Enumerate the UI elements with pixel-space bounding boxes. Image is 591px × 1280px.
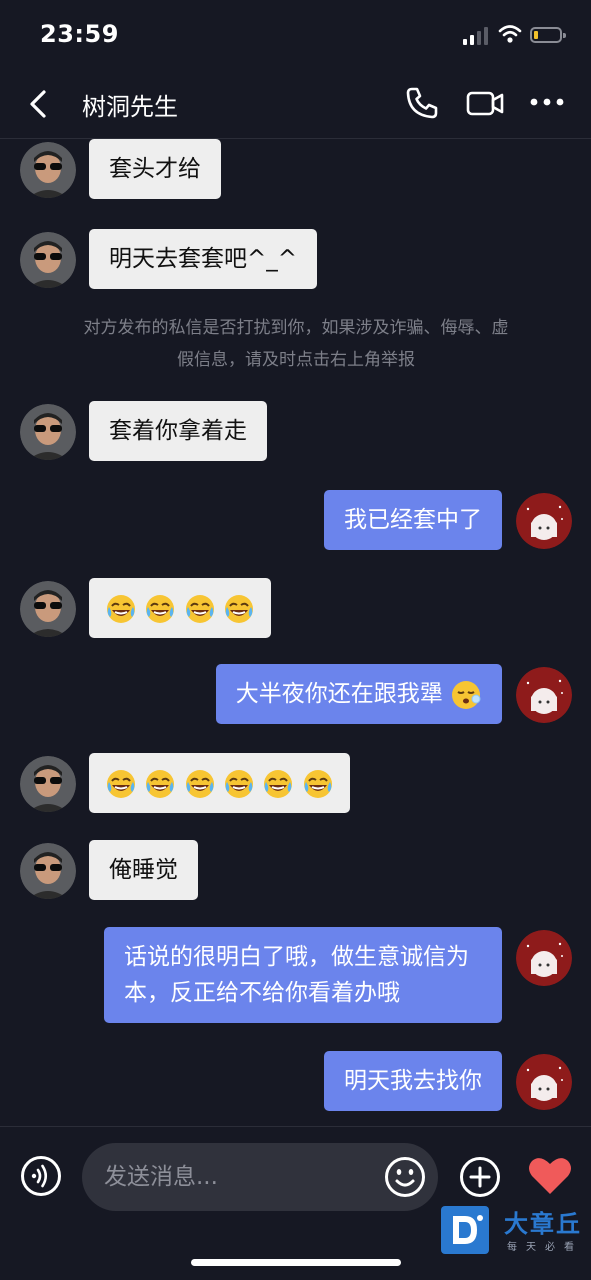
message-bubble-incoming[interactable] (89, 753, 350, 813)
more-dots-icon[interactable] (530, 96, 564, 108)
rofl-emoji (223, 593, 255, 625)
watermark: 大章丘 每天必看 (441, 1202, 586, 1258)
chat-header: 树洞先生 (0, 70, 591, 139)
phone-icon[interactable] (403, 84, 441, 122)
message-bubble-outgoing[interactable]: 明天我去找你 (324, 1051, 502, 1111)
avatar-contact[interactable] (20, 232, 76, 288)
watermark-logo-icon (441, 1206, 489, 1254)
video-camera-icon[interactable] (465, 84, 505, 122)
signal-icon (463, 27, 491, 45)
avatar-contact[interactable] (20, 756, 76, 812)
message-bubble-incoming[interactable]: 套头才给 (89, 139, 221, 199)
message-bubble-incoming[interactable]: 俺睡觉 (89, 840, 198, 900)
status-time: 23:59 (40, 20, 119, 48)
avatar-contact[interactable] (20, 581, 76, 637)
avatar-self[interactable] (516, 1054, 572, 1110)
sleeping-emoji (450, 679, 482, 711)
message-bubble-incoming[interactable] (89, 578, 271, 638)
rofl-emoji (262, 768, 294, 800)
watermark-name: 大章丘 (504, 1210, 582, 1238)
message-bubble-outgoing[interactable]: 大半夜你还在跟我犟 (215, 664, 502, 724)
voice-icon[interactable] (20, 1155, 62, 1197)
home-indicator (191, 1259, 401, 1266)
rofl-emoji (184, 593, 216, 625)
message-bubble-incoming[interactable]: 明天去套套吧^_^ (89, 229, 318, 289)
report-notice: 对方发布的私信是否打扰到你，如果涉及诈骗、侮辱、虚假信息，请及时点击右上角举报 (83, 318, 509, 370)
rofl-emoji (144, 593, 176, 625)
avatar-contact[interactable] (20, 404, 76, 460)
avatar-contact[interactable] (20, 142, 76, 198)
wifi-icon (498, 25, 522, 43)
rofl-emoji (105, 593, 137, 625)
heart-icon[interactable] (527, 1156, 573, 1196)
message-text: 大半夜你还在跟我犟 (235, 681, 443, 707)
avatar-self[interactable] (516, 930, 572, 986)
avatar-self[interactable] (516, 493, 572, 549)
avatar-contact[interactable] (20, 843, 76, 899)
rofl-emoji (144, 768, 176, 800)
status-bar: 23:59 (0, 0, 591, 70)
emoji-icon[interactable] (384, 1156, 426, 1198)
back-chevron-icon[interactable] (22, 84, 58, 124)
avatar-self[interactable] (516, 667, 572, 723)
watermark-tagline: 每天必看 (507, 1242, 583, 1253)
rofl-emoji (184, 768, 216, 800)
chat-title: 树洞先生 (82, 93, 178, 121)
plus-icon[interactable] (459, 1156, 501, 1198)
message-bubble-outgoing[interactable]: 我已经套中了 (324, 490, 502, 550)
battery-icon (530, 27, 566, 43)
message-bubble-incoming[interactable]: 套着你拿着走 (89, 401, 267, 461)
rofl-emoji (223, 768, 255, 800)
rofl-emoji (105, 768, 137, 800)
rofl-emoji (302, 768, 334, 800)
message-bubble-outgoing[interactable]: 话说的很明白了哦，做生意诚信为本，反正给不给你看着办哦 (104, 927, 502, 1023)
